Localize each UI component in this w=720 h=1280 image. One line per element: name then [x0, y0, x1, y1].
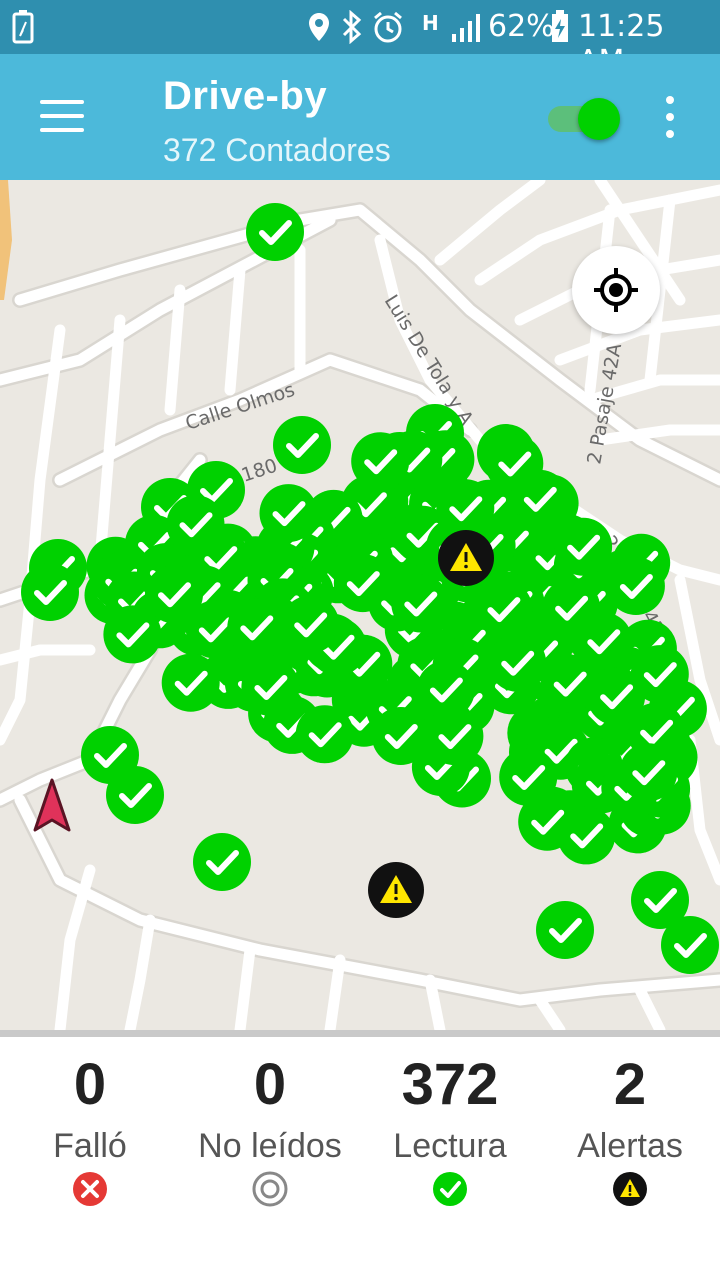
phone-battery-icon [12, 10, 34, 44]
reading-ok-marker-icon[interactable] [391, 574, 450, 633]
reading-ok-marker-icon[interactable] [351, 432, 410, 491]
reading-ok-marker-icon[interactable] [371, 707, 430, 765]
app-bar: Drive-by 372 Contadores [0, 54, 720, 180]
street-label: 180 [239, 455, 280, 487]
my-location-button[interactable] [572, 246, 660, 334]
reading-ok-marker-icon[interactable] [281, 595, 340, 654]
battery-charging-icon [552, 10, 568, 42]
not-read-icon [252, 1171, 288, 1207]
alert-icon [613, 1172, 647, 1206]
reading-ok-marker-icon[interactable] [606, 557, 665, 615]
signal-icon [452, 14, 480, 42]
reading-ok-marker-icon[interactable] [246, 203, 304, 261]
reading-ok-marker-icon[interactable] [241, 658, 300, 716]
network-type: H [422, 11, 439, 35]
more-options-icon[interactable] [660, 94, 680, 140]
stat-label: Falló [53, 1127, 127, 1165]
alert-marker-icon[interactable] [438, 530, 494, 586]
reading-ok-marker-icon[interactable] [103, 605, 162, 664]
reading-ok-marker-icon[interactable] [259, 484, 318, 543]
reading-ok-marker-icon[interactable] [295, 705, 354, 764]
reading-ok-marker-icon[interactable] [488, 633, 547, 692]
meter-count-subtitle: 372 Contadores [163, 132, 391, 168]
reading-ok-marker-icon[interactable] [554, 517, 613, 576]
alert-marker-icon[interactable] [368, 862, 424, 918]
reading-icon [433, 1172, 467, 1206]
battery-percent: 62% [488, 9, 555, 44]
reading-ok-marker-icon[interactable] [193, 833, 251, 891]
stat-failed[interactable]: 0 Falló [0, 1037, 180, 1237]
reading-ok-marker-icon[interactable] [21, 563, 79, 621]
location-icon [309, 13, 329, 41]
reading-ok-marker-icon[interactable] [631, 871, 689, 929]
reading-ok-marker-icon[interactable] [540, 654, 599, 713]
bluetooth-icon [342, 10, 362, 44]
stat-value: 0 [253, 1052, 287, 1117]
drive-by-toggle[interactable] [548, 98, 624, 140]
my-location-icon [594, 268, 638, 312]
stat-label: Alertas [577, 1127, 683, 1165]
reading-ok-marker-icon[interactable] [273, 416, 331, 474]
reading-ok-marker-icon[interactable] [145, 565, 203, 624]
page-title: Drive-by [163, 74, 328, 118]
reading-ok-marker-icon[interactable] [436, 479, 495, 538]
status-bar: H 62% 11:25 AM [0, 0, 720, 79]
panel-divider [0, 1030, 720, 1037]
menu-icon[interactable] [40, 100, 86, 134]
summary-panel: 0 Falló 0 No leídos 372 Lectura 2 Alerta… [0, 1037, 720, 1280]
stat-alerts[interactable]: 2 Alertas [540, 1037, 720, 1237]
reading-ok-marker-icon[interactable] [106, 766, 164, 824]
reading-ok-marker-icon[interactable] [557, 806, 616, 865]
stat-not-read[interactable]: 0 No leídos [180, 1037, 360, 1237]
reading-ok-marker-icon[interactable] [425, 707, 484, 766]
stat-label: Lectura [393, 1127, 507, 1165]
stat-value: 2 [613, 1052, 647, 1117]
stat-reading[interactable]: 372 Lectura [360, 1037, 540, 1237]
reading-ok-marker-icon[interactable] [619, 743, 678, 802]
reading-ok-marker-icon[interactable] [161, 653, 220, 712]
failed-icon [73, 1172, 107, 1206]
reading-ok-marker-icon[interactable] [227, 598, 286, 657]
reading-ok-marker-icon[interactable] [536, 901, 594, 959]
stat-value: 0 [73, 1052, 107, 1117]
alarm-icon [374, 11, 402, 43]
stat-label: No leídos [198, 1127, 342, 1165]
stat-value: 372 [401, 1052, 499, 1117]
